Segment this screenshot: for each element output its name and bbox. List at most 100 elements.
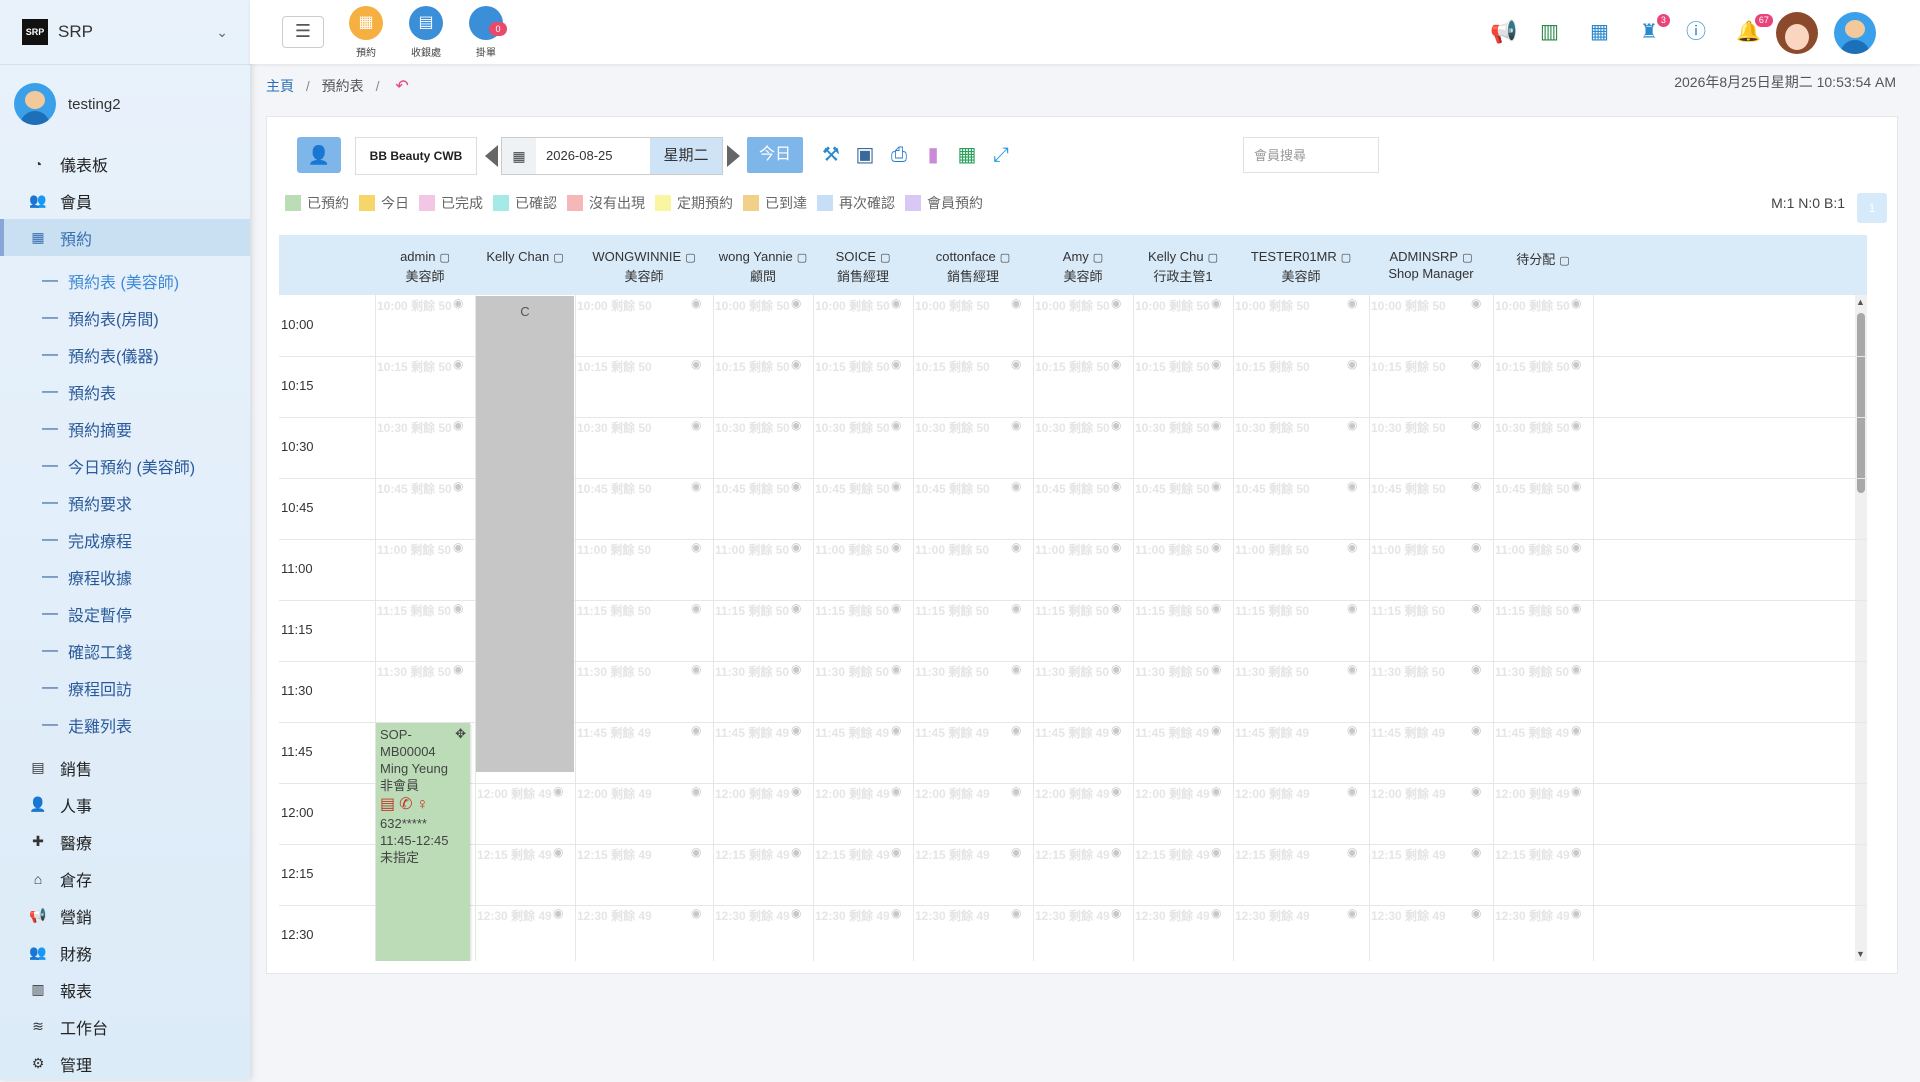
eye-icon[interactable]: ◉ <box>1011 296 1021 310</box>
time-slot[interactable]: 12:30 剩餘 49 <box>477 907 552 924</box>
eye-icon[interactable]: ◉ <box>1211 479 1221 493</box>
eye-icon[interactable]: ◉ <box>1571 296 1581 310</box>
eye-icon[interactable]: ◉ <box>691 784 701 798</box>
time-slot[interactable]: 12:00 剩餘 49 <box>1035 785 1110 802</box>
eye-icon[interactable]: ◉ <box>1571 906 1581 920</box>
time-slot[interactable]: 12:30 剩餘 49 <box>1235 907 1310 924</box>
submenu-item[interactable]: — 療程收據 <box>0 558 250 595</box>
time-slot[interactable]: 12:00 剩餘 49 <box>477 785 552 802</box>
eye-icon[interactable]: ◉ <box>453 357 463 371</box>
time-slot[interactable]: 11:00 剩餘 50 <box>577 541 651 558</box>
time-slot[interactable]: 12:15 剩餘 49 <box>715 846 790 863</box>
eye-icon[interactable]: ◉ <box>1211 845 1221 859</box>
staff-column-header[interactable]: cottonface ▢ 銷售經理 <box>913 235 1033 295</box>
time-slot[interactable]: 10:00 剩餘 50 <box>1035 297 1110 314</box>
eye-icon[interactable]: ◉ <box>691 479 701 493</box>
scroll-up-icon[interactable]: ▲ <box>1856 297 1865 307</box>
eye-icon[interactable]: ◉ <box>891 906 901 920</box>
time-slot[interactable]: 11:00 剩餘 50 <box>1235 541 1309 558</box>
eye-icon[interactable]: ◉ <box>691 540 701 554</box>
time-slot[interactable]: 12:15 剩餘 49 <box>577 846 652 863</box>
eye-icon[interactable]: ◉ <box>1011 479 1021 493</box>
eye-icon[interactable]: ◉ <box>1471 723 1481 737</box>
time-slot[interactable]: 12:00 剩餘 49 <box>1235 785 1310 802</box>
eye-icon[interactable]: ◉ <box>691 845 701 859</box>
time-slot[interactable]: 10:15 剩餘 50 <box>1035 358 1110 375</box>
eye-icon[interactable]: ◉ <box>791 357 801 371</box>
eye-icon[interactable]: ◉ <box>1471 296 1481 310</box>
time-slot[interactable]: 11:00 剩餘 50 <box>715 541 789 558</box>
time-slot[interactable]: 10:15 剩餘 50 <box>1495 358 1570 375</box>
time-slot[interactable]: 12:30 剩餘 49 <box>815 907 890 924</box>
eye-icon[interactable]: ◉ <box>1347 845 1357 859</box>
sidebar-item-layers[interactable]: ≋ 工作台 <box>0 1008 250 1045</box>
eye-icon[interactable]: ◉ <box>1347 662 1357 676</box>
time-slot[interactable]: 11:45 剩餘 49 <box>1495 724 1569 741</box>
eye-icon[interactable]: ◉ <box>1211 906 1221 920</box>
eye-icon[interactable]: ◉ <box>1011 723 1021 737</box>
sidebar-item-calendar[interactable]: ▦ 預約 <box>0 219 250 256</box>
back-arrow-icon[interactable]: ↶ <box>395 78 408 95</box>
monitor-icon[interactable]: ▣ <box>851 141 879 169</box>
scrollbar[interactable]: ▲ ▼ <box>1855 295 1867 961</box>
eye-icon[interactable]: ◉ <box>1471 845 1481 859</box>
move-icon[interactable]: ✥ <box>455 725 466 742</box>
time-slot[interactable]: 11:00 剩餘 50 <box>1135 541 1209 558</box>
time-slot[interactable]: 11:00 剩餘 50 <box>377 541 451 558</box>
eye-icon[interactable]: ◉ <box>453 601 463 615</box>
staff-column-header[interactable]: 待分配 ▢ <box>1493 235 1593 295</box>
eye-icon[interactable]: ◉ <box>891 296 901 310</box>
time-slot[interactable]: 12:30 剩餘 49 <box>1495 907 1570 924</box>
time-slot[interactable]: 10:45 剩餘 50 <box>915 480 990 497</box>
eye-icon[interactable]: ◉ <box>891 845 901 859</box>
eye-icon[interactable]: ◉ <box>1571 662 1581 676</box>
staff-icon[interactable]: ♜ 3 <box>1640 14 1670 44</box>
eye-icon[interactable]: ◉ <box>1211 418 1221 432</box>
eye-icon[interactable]: ◉ <box>1111 540 1121 554</box>
time-slot[interactable]: 12:00 剩餘 49 <box>815 785 890 802</box>
time-slot[interactable]: 11:30 剩餘 50 <box>1135 663 1209 680</box>
time-slot[interactable]: 10:30 剩餘 50 <box>1495 419 1570 436</box>
time-slot[interactable]: 10:30 剩餘 50 <box>577 419 652 436</box>
eye-icon[interactable]: ◉ <box>1471 601 1481 615</box>
time-slot[interactable]: 11:45 剩餘 49 <box>1135 724 1209 741</box>
eye-icon[interactable]: ◉ <box>691 601 701 615</box>
quick-button[interactable]: 0 掛單 <box>462 6 510 59</box>
sidebar-item-medical[interactable]: ✚ 醫療 <box>0 823 250 860</box>
staff-edit-icon[interactable]: ⚒ <box>817 141 845 169</box>
eye-icon[interactable]: ◉ <box>453 296 463 310</box>
eye-icon[interactable]: ◉ <box>1011 418 1021 432</box>
time-slot[interactable]: 12:00 剩餘 49 <box>715 785 790 802</box>
add-user-button[interactable]: 👤 <box>297 137 341 173</box>
eye-icon[interactable]: ◉ <box>1011 540 1021 554</box>
time-slot[interactable]: 10:00 剩餘 50 <box>577 297 652 314</box>
eye-icon[interactable]: ◉ <box>1471 906 1481 920</box>
eye-icon[interactable]: ◉ <box>1111 662 1121 676</box>
time-slot[interactable]: 11:45 剩餘 49 <box>915 724 989 741</box>
eye-icon[interactable]: ◉ <box>791 723 801 737</box>
brand-bar[interactable]: SRP SRP ⌄ <box>0 0 250 65</box>
date-value[interactable]: 2026-08-25 <box>546 138 613 174</box>
prev-day-button[interactable] <box>485 145 498 167</box>
calendar-icon[interactable]: ▦ <box>502 138 536 174</box>
eye-icon[interactable]: ◉ <box>1571 845 1581 859</box>
time-slot[interactable]: 10:15 剩餘 50 <box>715 358 790 375</box>
calendar-icon[interactable]: ▢ <box>1559 255 1569 267</box>
eye-icon[interactable]: ◉ <box>1347 418 1357 432</box>
eye-icon[interactable]: ◉ <box>791 296 801 310</box>
appointment-card[interactable]: SOP-MB00004 Ming Yeung 非會員 ▤ ✆ ♀ 632***** 11:45… <box>376 723 470 961</box>
eye-icon[interactable]: ◉ <box>891 418 901 432</box>
time-slot[interactable]: 12:30 剩餘 49 <box>1371 907 1446 924</box>
eye-icon[interactable]: ◉ <box>691 357 701 371</box>
time-slot[interactable]: 12:30 剩餘 49 <box>715 907 790 924</box>
time-slot[interactable]: 10:00 剩餘 50 <box>1135 297 1210 314</box>
time-slot[interactable]: 11:15 剩餘 50 <box>715 602 789 619</box>
calendar-icon[interactable]: ▢ <box>1093 252 1103 264</box>
eye-icon[interactable]: ◉ <box>1011 601 1021 615</box>
time-slot[interactable]: 10:00 剩餘 50 <box>815 297 890 314</box>
eye-icon[interactable]: ◉ <box>791 784 801 798</box>
today-button[interactable]: 今日 <box>747 137 803 173</box>
eye-icon[interactable]: ◉ <box>1571 723 1581 737</box>
eye-icon[interactable]: ◉ <box>791 540 801 554</box>
calendar-icon[interactable]: ▢ <box>440 252 450 264</box>
